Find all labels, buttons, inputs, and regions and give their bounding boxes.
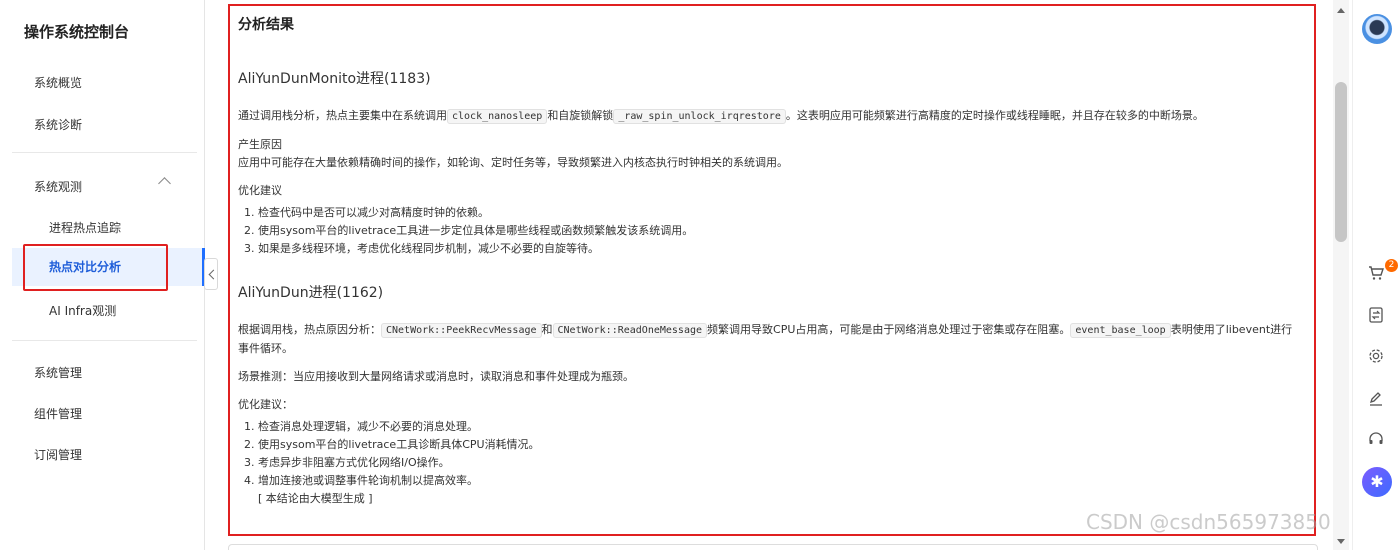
process-title-1: AliYunDunMonito进程(1183) [238, 71, 431, 87]
list-item: 增加连接池或调整事件轮询机制以提高效率。 [258, 472, 1314, 490]
sidebar: 操作系统控制台 系统概览 系统诊断 系统观测 进程热点追踪 热点对比分析 AI … [0, 0, 205, 550]
list-item: 考虑异步非阻塞方式优化网络I/O操作。 [258, 454, 1314, 472]
text: 和自旋锁解锁 [547, 109, 614, 122]
code-event-base-loop: event_base_loop [1070, 323, 1171, 338]
text: 通过调用栈分析，热点主要集中在系统调用 [238, 109, 447, 122]
scroll-up-icon[interactable] [1337, 8, 1345, 13]
cart-icon[interactable] [1366, 264, 1386, 284]
list-item: 如果是多线程环境，考虑优化线程同步机制，减少不必要的自旋等待。 [258, 240, 1314, 258]
list-item: 使用sysom平台的livetrace工具诊断具体CPU消耗情况。 [258, 436, 1314, 454]
text: 和 [541, 323, 553, 336]
advice-heading-1: 优化建议 [238, 184, 282, 197]
process-title-2: AliYunDun进程(1162) [238, 285, 384, 301]
sidebar-item-hotspot-trace[interactable]: 进程热点追踪 [49, 219, 121, 236]
sidebar-item-ai-infra[interactable]: AI Infra观测 [49, 302, 116, 319]
sidebar-item-diagnosis[interactable]: 系统诊断 [34, 116, 82, 133]
scroll-down-icon[interactable] [1337, 539, 1345, 544]
code-read-one: CNetWork::ReadOneMessage [552, 323, 708, 338]
list-item: 使用sysom平台的livetrace工具进一步定位具体是哪些线程或函数频繁触发… [258, 222, 1314, 240]
sidebar-item-observe[interactable]: 系统观测 [34, 178, 82, 195]
sidebar-item-manage[interactable]: 系统管理 [34, 364, 82, 381]
analysis-panel: 分析结果 AliYunDunMonito进程(1183) 通过调用栈分析，热点主… [228, 4, 1316, 536]
llm-note: [ 本结论由大模型生成 ] [258, 492, 373, 505]
sidebar-item-hotspot-compare-label[interactable]: 热点对比分析 [49, 258, 121, 275]
collapse-sidebar-button[interactable] [204, 258, 218, 290]
list-item: 检查代码中是否可以减少对高精度时钟的依赖。 [258, 204, 1314, 222]
text: 频繁调用导致CPU占用高，可能是由于网络消息处理过于密集或存在阻塞。 [707, 323, 1071, 336]
cause-text: 应用中可能存在大量依赖精确时间的操作，如轮询、定时任务等，导致频繁进入内核态执行… [238, 156, 788, 169]
analysis-paragraph-2: 根据调用栈，热点原因分析： CNetWork::PeekRecvMessage 和 C… [238, 321, 1298, 358]
next-card [228, 544, 1318, 550]
doc-swap-icon[interactable] [1366, 306, 1386, 326]
text: 。这表明应用可能频繁进行高精度的定时操作或线程睡眠，并且存在较多的中断场景。 [785, 109, 1204, 122]
analysis-paragraph-1: 通过调用栈分析，热点主要集中在系统调用 clock_nanosleep 和自旋锁解锁… [238, 107, 1314, 126]
chevron-up-icon[interactable] [158, 177, 171, 190]
watermark: CSDN @csdn565973850 [1086, 510, 1331, 534]
code-peek-recv: CNetWork::PeekRecvMessage [381, 323, 542, 338]
gear-icon[interactable] [1366, 347, 1386, 367]
console-title: 操作系统控制台 [24, 23, 130, 41]
headset-icon[interactable] [1366, 430, 1386, 450]
scrollbar-thumb[interactable] [1335, 82, 1347, 242]
cause-heading: 产生原因 [238, 138, 282, 151]
ai-assistant-button[interactable]: ✱ [1362, 467, 1392, 497]
divider [12, 340, 197, 341]
sidebar-item-components[interactable]: 组件管理 [34, 405, 82, 422]
code-clock-nanosleep: clock_nanosleep [447, 109, 548, 124]
edit-icon[interactable] [1366, 389, 1386, 409]
sidebar-item-overview[interactable]: 系统概览 [34, 74, 82, 91]
advice-heading-2: 优化建议： [238, 398, 293, 411]
scene-text: 场景推测：当应用接收到大量网络请求或消息时，读取消息和事件处理成为瓶颈。 [238, 370, 634, 383]
advice-list-2: 检查消息处理逻辑，减少不必要的消息处理。 使用sysom平台的livetrace… [238, 418, 1314, 490]
text: 根据调用栈，热点原因分析： [238, 323, 381, 336]
section-title: 分析结果 [238, 17, 294, 33]
list-item: 检查消息处理逻辑，减少不必要的消息处理。 [258, 418, 1314, 436]
code-raw-spin-unlock: _raw_spin_unlock_irqrestore [613, 109, 786, 124]
sidebar-item-subscription[interactable]: 订阅管理 [34, 446, 82, 463]
divider [12, 152, 197, 153]
assistant-avatar-icon[interactable] [1362, 14, 1392, 44]
cart-badge: 2 [1385, 259, 1398, 272]
advice-list-1: 检查代码中是否可以减少对高精度时钟的依赖。 使用sysom平台的livetrac… [238, 204, 1314, 258]
